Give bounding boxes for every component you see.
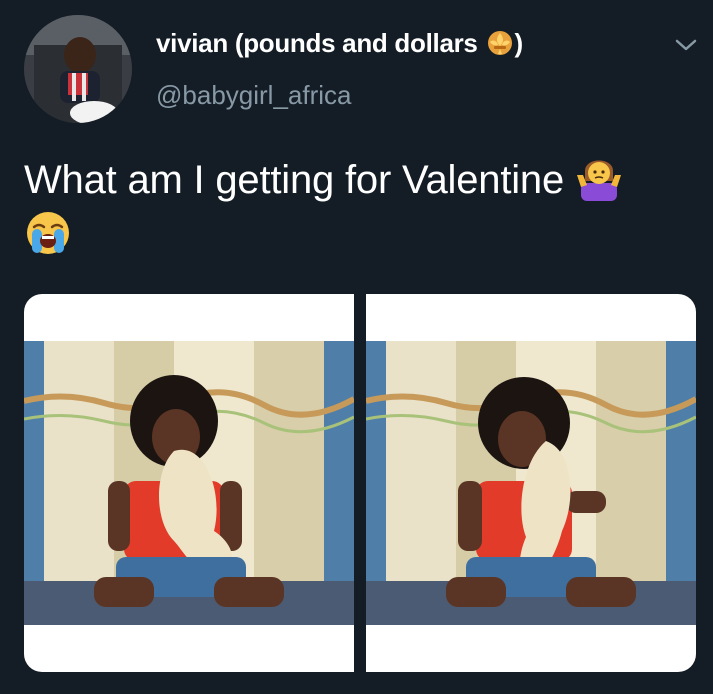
avatar[interactable]	[24, 15, 132, 123]
chevron-down-icon[interactable]	[674, 36, 698, 54]
display-name-suffix: )	[514, 28, 524, 58]
photo-woman-hugging-plush-icon	[366, 341, 696, 625]
tweet-text-content: What am I getting for Valentine	[24, 158, 575, 202]
photo-2[interactable]	[366, 294, 696, 672]
photo-1[interactable]	[24, 294, 354, 672]
person-shrugging-emoji-icon	[575, 153, 623, 201]
user-handle[interactable]: @babygirl_africa	[156, 80, 351, 111]
loudly-crying-face-emoji-icon	[24, 209, 72, 257]
display-name[interactable]: vivian (pounds and dollars )	[156, 28, 523, 59]
media-grid	[24, 294, 696, 672]
photo-woman-hugging-plush-icon	[24, 341, 354, 625]
fleur-de-lis-icon	[485, 30, 515, 56]
tweet: vivian (pounds and dollars ) @babygirl_a…	[0, 0, 713, 694]
tweet-text: What am I getting for Valentine	[24, 152, 694, 264]
profile-photo-icon	[24, 15, 132, 123]
display-name-text: vivian (pounds and dollars	[156, 28, 485, 58]
